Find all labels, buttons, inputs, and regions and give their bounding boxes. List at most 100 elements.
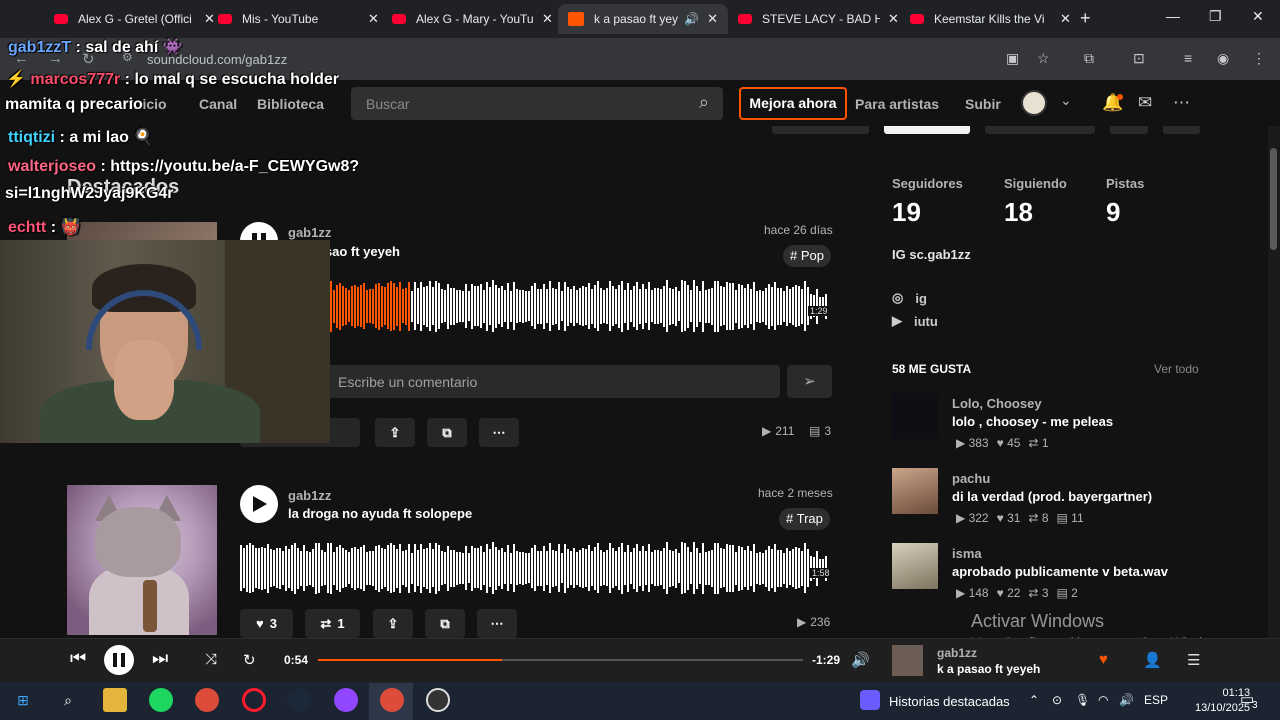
player-pause-button[interactable] <box>104 645 134 675</box>
nav-feed[interactable]: Canal <box>199 96 237 112</box>
track-uploader[interactable]: gab1zz <box>288 225 331 240</box>
profile-action-button[interactable] <box>1110 126 1148 134</box>
maximize-icon[interactable]: ❐ <box>1209 8 1222 25</box>
liked-track-artwork[interactable] <box>892 468 938 514</box>
repeat-icon[interactable]: ↻ <box>243 651 256 669</box>
queue-icon[interactable]: ☰ <box>1187 651 1200 669</box>
liked-track-user[interactable]: isma <box>952 546 982 561</box>
browser-tab-active[interactable]: k a pasao ft yeyeh🔊✕ <box>558 4 728 34</box>
search-input[interactable]: Buscar ⌕ <box>351 87 723 120</box>
liked-track-artwork[interactable] <box>892 393 938 439</box>
progress-bar[interactable] <box>318 659 803 661</box>
upload-link[interactable]: Subir <box>965 96 1001 112</box>
profile-action-button[interactable] <box>1163 126 1200 134</box>
nav-library[interactable]: Biblioteca <box>257 96 324 112</box>
play-button[interactable] <box>240 485 278 523</box>
now-playing-artwork[interactable] <box>892 645 923 676</box>
close-icon[interactable]: ✕ <box>542 11 553 27</box>
chevron-down-icon[interactable]: ⌄ <box>1060 92 1072 109</box>
repost-button[interactable]: ⇄ 1 <box>305 609 360 638</box>
tracks-label[interactable]: Pistas <box>1106 176 1144 191</box>
now-playing-title[interactable]: k a pasao ft yeyeh <box>937 662 1040 676</box>
like-button[interactable]: ♥ 3 <box>240 609 293 638</box>
taskbar-widget-text[interactable]: Historias destacadas <box>889 694 1010 709</box>
browser-tab[interactable]: Alex G - Mary - YouTu ✕ <box>382 4 563 34</box>
browser-tab[interactable]: Keemstar Kills the Vi ✕ <box>900 4 1081 34</box>
messages-icon[interactable]: ✉ <box>1138 93 1152 113</box>
copy-link-button[interactable]: ⧉ <box>425 609 465 638</box>
track-uploader[interactable]: gab1zz <box>288 488 331 503</box>
stream-app-icon[interactable] <box>334 688 358 712</box>
news-widget-icon[interactable] <box>860 690 880 710</box>
microphone-icon[interactable]: 🎙 <box>1075 693 1090 707</box>
install-app-icon[interactable]: ▣ <box>1006 50 1019 67</box>
genre-tag[interactable]: # Trap <box>779 508 830 530</box>
avatar[interactable] <box>1021 90 1047 116</box>
for-artists-link[interactable]: Para artistas <box>855 96 939 112</box>
close-window-icon[interactable]: ✕ <box>1252 8 1264 25</box>
close-icon[interactable]: ✕ <box>368 11 379 27</box>
track-artwork[interactable] <box>67 485 217 635</box>
windows-start-icon[interactable]: ⊞ <box>11 688 35 712</box>
upgrade-button[interactable]: Mejora ahora <box>739 87 847 120</box>
menu-dots-icon[interactable]: ⋮ <box>1252 50 1266 67</box>
following-count[interactable]: 18 <box>1004 197 1033 228</box>
send-comment-button[interactable]: ➢ <box>787 365 832 398</box>
profile-action-button[interactable] <box>884 126 970 134</box>
new-tab-icon[interactable]: + <box>1080 8 1091 29</box>
tab-search-icon[interactable]: ⊡ <box>1133 50 1145 67</box>
opera-icon[interactable] <box>242 688 266 712</box>
share-button[interactable]: ⇪ <box>373 609 413 638</box>
search-icon[interactable]: ⌕ <box>56 688 80 712</box>
waveform[interactable] <box>240 538 832 598</box>
close-icon[interactable]: ✕ <box>1060 11 1071 27</box>
browser-tab[interactable]: Mis - YouTube ✕ <box>208 4 389 34</box>
track-title[interactable]: la droga no ayuda ft solopepe <box>288 506 472 521</box>
following-label[interactable]: Siguiendo <box>1004 176 1067 191</box>
language-indicator[interactable]: ESP <box>1144 693 1168 707</box>
shuffle-icon[interactable]: ⤨ <box>205 651 217 668</box>
more-button[interactable]: ⋯ <box>479 418 519 447</box>
chrome-icon[interactable] <box>195 688 219 712</box>
extensions-icon[interactable]: ⧉ <box>1084 50 1094 67</box>
next-icon[interactable]: ⏭ <box>152 648 168 669</box>
spotify-icon[interactable] <box>149 688 173 712</box>
bookmark-star-icon[interactable]: ☆ <box>1037 50 1050 67</box>
scrollbar-thumb[interactable] <box>1270 148 1277 250</box>
copy-link-button[interactable]: ⧉ <box>427 418 467 447</box>
more-button[interactable]: ⋯ <box>477 609 517 638</box>
more-options-icon[interactable]: ⋯ <box>1173 93 1190 113</box>
wifi-icon[interactable]: ◠ <box>1098 693 1108 707</box>
share-button[interactable]: ⇪ <box>375 418 415 447</box>
profile-action-button[interactable] <box>772 126 869 134</box>
heart-icon[interactable]: ♥ <box>1099 651 1108 668</box>
tray-app-icon[interactable]: ⊙ <box>1052 693 1062 707</box>
social-link[interactable]: ◎ ig <box>892 290 927 306</box>
social-link[interactable]: ▶ iutu <box>892 313 938 329</box>
search-icon[interactable]: ⌕ <box>699 92 709 113</box>
volume-icon[interactable]: 🔊 <box>851 651 870 669</box>
volume-icon[interactable]: 🔊 <box>1119 693 1134 707</box>
previous-icon[interactable]: ⏮ <box>70 648 86 669</box>
see-all-link[interactable]: Ver todo <box>1154 362 1199 376</box>
close-icon[interactable]: ✕ <box>707 11 718 27</box>
obs-icon[interactable] <box>426 688 450 712</box>
speaker-icon[interactable]: 🔊 <box>684 12 699 26</box>
followers-count[interactable]: 19 <box>892 197 921 228</box>
liked-track-title[interactable]: di la verdad (prod. bayergartner) <box>952 489 1152 504</box>
browser-tab[interactable]: Alex G - Gretel (Offici ✕ <box>44 4 225 34</box>
file-explorer-icon[interactable] <box>103 688 127 712</box>
liked-track-title[interactable]: lolo , choosey - me peleas <box>952 414 1113 429</box>
minimize-icon[interactable]: — <box>1166 8 1180 24</box>
steam-icon[interactable] <box>287 688 311 712</box>
liked-track-user[interactable]: pachu <box>952 471 990 486</box>
browser-tab[interactable]: STEVE LACY - BAD HA ✕ <box>728 4 909 34</box>
liked-track-title[interactable]: aprobado publicamente v beta.wav <box>952 564 1168 579</box>
follow-user-icon[interactable]: 👤 <box>1143 651 1162 669</box>
likes-title[interactable]: 58 ME GUSTA <box>892 362 971 376</box>
genre-tag[interactable]: # Pop <box>783 245 831 267</box>
followers-label[interactable]: Seguidores <box>892 176 963 191</box>
tracks-count[interactable]: 9 <box>1106 197 1120 228</box>
close-icon[interactable]: ✕ <box>888 11 899 27</box>
profile-icon[interactable]: ◉ <box>1217 50 1229 67</box>
